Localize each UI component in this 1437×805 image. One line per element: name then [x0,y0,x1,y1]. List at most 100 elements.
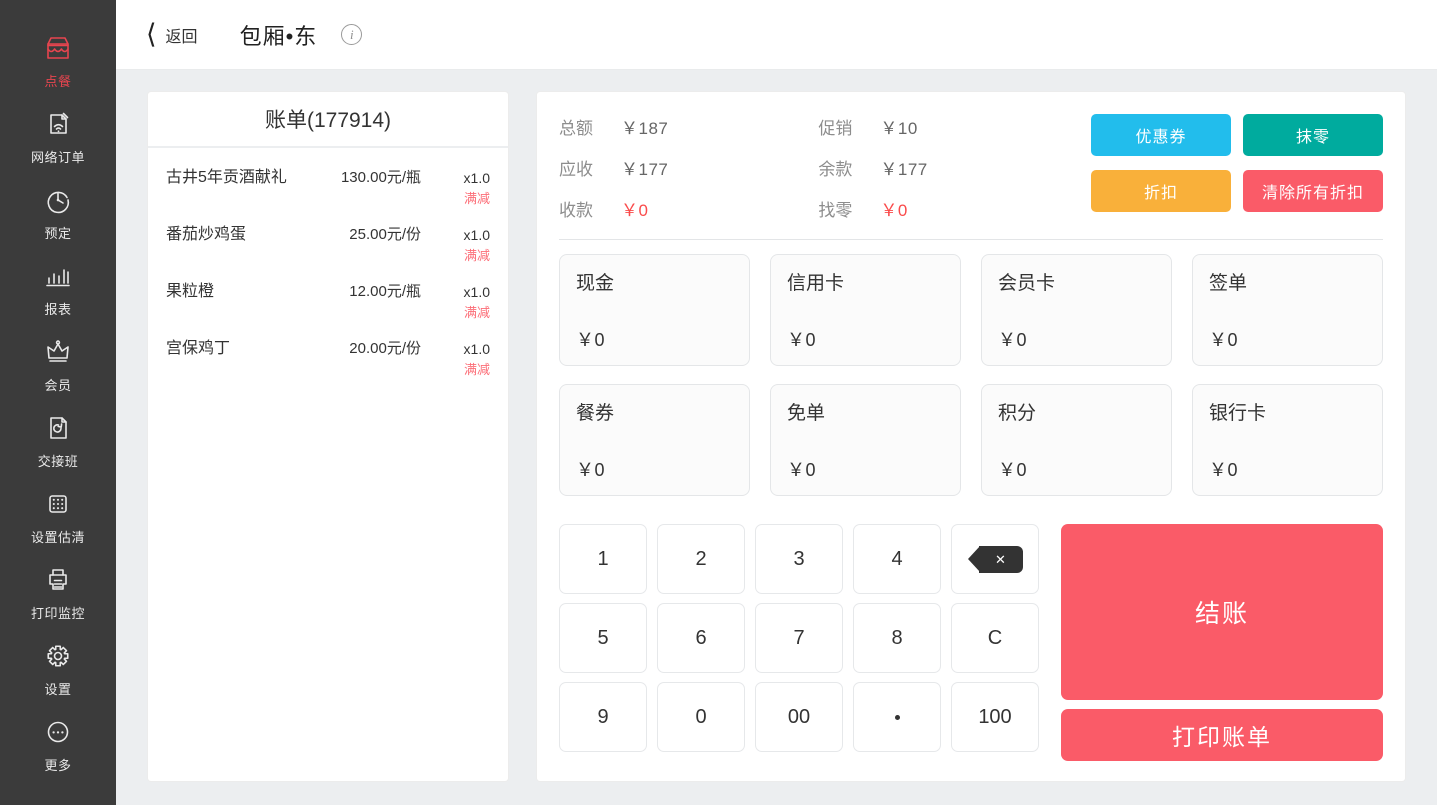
payment-method-amount: ￥0 [576,460,606,480]
payment-method-tile[interactable]: 现金 ￥0 [559,254,750,366]
summary-label: 促销 [818,119,853,138]
payment-method-grid: 现金 ￥0 信用卡 ￥0 会员卡 ￥0 签单 ￥0 餐券 ￥0 免单 ￥0 积分 ￥0 银行卡 ￥0 [559,254,1383,496]
keypad-backspace-key[interactable]: ✕ [951,524,1039,594]
summary-cell: 促销 ￥10 [818,114,927,139]
sidebar-item-2[interactable]: 网络订单 [0,98,116,174]
checkout-buttons: 结账 打印账单 [1061,524,1383,761]
back-button-label: 返回 [165,28,198,46]
bill-item-discount-tag: 满减 [463,248,490,263]
keypad-key-2[interactable]: 2 [657,524,745,594]
more-dots-icon [43,715,73,749]
bill-item-quantity: x1.0 [463,341,490,357]
payment-method-tile[interactable]: 会员卡 ￥0 [981,254,1172,366]
pos-checkout-screen: 点餐 网络订单 预定 报表 会员 交接班 设置估清 打印监控 设置 更多 ⟨ 返回 包厢•东 i … [0,0,1437,805]
summary-value: ￥10 [880,119,918,138]
sidebar-item-label: 设置 [44,681,72,697]
sidebar-item-label: 交接班 [37,453,79,469]
summary-value: ￥177 [880,160,928,179]
sidebar-item-9[interactable]: 设置 [0,630,116,706]
payment-method-tile[interactable]: 餐券 ￥0 [559,384,750,496]
settle-button[interactable]: 结账 [1061,524,1383,700]
bill-item-list: 古井5年贡酒献礼 130.00元/瓶 x1.0 满减 番茄炒鸡蛋 25.00元/份 x1.0… [148,148,508,384]
keypad-key-9[interactable]: 9 [559,682,647,752]
action-button-3[interactable]: 折扣 [1091,170,1231,212]
keypad-key-8[interactable]: 8 [853,603,941,673]
summary-cell: 余款 ￥177 [818,155,927,180]
keypad-key-4[interactable]: 4 [853,524,941,594]
print-bill-button[interactable]: 打印账单 [1061,709,1383,761]
payment-method-amount: ￥0 [787,330,817,350]
bill-item-quantity: x1.0 [463,284,490,300]
keypad-key-1[interactable]: 1 [559,524,647,594]
close-icon: ✕ [995,551,1006,567]
bill-title: 账单(177914) [148,92,508,148]
summary-label: 余款 [818,160,853,179]
payment-method-name: 会员卡 [998,273,1056,294]
sidebar-item-label: 网络订单 [30,149,85,165]
bill-item-row[interactable]: 宫保鸡丁 20.00元/份 x1.0 满减 [166,327,490,384]
summary-grid: 总额 ￥187 促销 ￥10 应收 ￥177 余款 ￥177 收款 ￥0 找零 ￥0 [559,114,1081,221]
keypad-key-7[interactable]: 7 [755,603,843,673]
payment-method-amount: ￥0 [787,460,817,480]
action-button-1[interactable]: 优惠券 [1091,114,1231,156]
bill-item-name: 宫保鸡丁 [166,340,231,357]
sidebar-item-1[interactable]: 点餐 [0,22,116,98]
sidebar-item-7[interactable]: 设置估清 [0,478,116,554]
keypad-key-00[interactable]: 00 [755,682,843,752]
main-sidebar: 点餐网络订单预定报表会员交接班设置估清 打印监控设置更多 [0,0,116,805]
keypad-key-0[interactable]: 0 [657,682,745,752]
keypad-decimal-key[interactable] [853,682,941,752]
sidebar-item-label: 会员 [44,377,72,393]
summary-cell: 收款 ￥0 [559,196,668,221]
summary-label: 收款 [559,201,593,220]
content-area: ⟨ 返回 包厢•东 i 账单(177914) 古井5年贡酒献礼 130.00元/瓶… [116,0,1437,805]
payment-method-tile[interactable]: 积分 ￥0 [981,384,1172,496]
payment-panel: 总额 ￥187 促销 ￥10 应收 ￥177 余款 ￥177 收款 ￥0 找零 ￥0 优惠券 抹零 折扣清… [537,92,1405,781]
info-icon[interactable]: i [341,24,363,45]
sidebar-item-5[interactable]: 会员 [0,326,116,402]
main-content: 账单(177914) 古井5年贡酒献礼 130.00元/瓶 x1.0 满减番茄炒鸡蛋 2… [116,70,1437,805]
bill-item-quantity: x1.0 [463,227,490,243]
decimal-dot-icon [894,714,900,720]
bill-item-row[interactable]: 古井5年贡酒献礼 130.00元/瓶 x1.0 满减 [166,156,490,213]
keypad-key-100[interactable]: 100 [951,682,1039,752]
bill-item-name: 番茄炒鸡蛋 [166,226,247,243]
payment-method-amount: ￥0 [1209,460,1239,480]
gear-icon [43,639,73,673]
payment-method-amount: ￥0 [998,330,1028,350]
bill-item-price: 20.00元/份 [349,340,421,357]
sidebar-item-label: 点餐 [44,73,72,89]
keypad-key-6[interactable]: 6 [657,603,745,673]
sidebar-item-label: 报表 [44,301,72,317]
bill-item-qty-group: x1.0 满减 [434,224,490,266]
summary-cell: 总额 ￥187 [559,114,668,139]
sidebar-item-6[interactable]: 交接班 [0,402,116,478]
payment-method-name: 银行卡 [1209,403,1267,424]
shift-file-icon [43,411,73,445]
action-button-4[interactable]: 清除所有折扣 [1243,170,1383,212]
sidebar-item-10[interactable]: 更多 [0,706,116,782]
sidebar-item-3[interactable]: 预定 [0,174,116,250]
keypad-key-C[interactable]: C [951,603,1039,673]
payment-method-tile[interactable]: 签单 ￥0 [1192,254,1383,366]
bill-panel: 账单(177914) 古井5年贡酒献礼 130.00元/瓶 x1.0 满减番茄炒鸡蛋 2… [148,92,508,781]
action-button-2[interactable]: 抹零 [1243,114,1383,156]
sidebar-item-8[interactable]: 打印监控 [0,554,116,630]
payment-method-name: 信用卡 [787,273,845,294]
summary-label: 应收 [559,160,593,179]
bill-item-row[interactable]: 番茄炒鸡蛋 25.00元/份 x1.0 满减 [166,213,490,270]
bill-item-row[interactable]: 果粒橙 12.00元/瓶 x1.0 满减 [166,270,490,327]
back-button[interactable]: ⟨ 返回 [146,21,198,48]
summary-value: ￥177 [621,160,669,179]
storefront-icon [43,31,73,65]
backspace-icon: ✕ [967,545,1023,573]
bar-chart-icon [43,259,73,293]
bill-item-qty-group: x1.0 满减 [434,338,490,380]
summary-value: ￥0 [621,201,649,220]
keypad-key-5[interactable]: 5 [559,603,647,673]
payment-method-tile[interactable]: 银行卡 ￥0 [1192,384,1383,496]
payment-method-tile[interactable]: 免单 ￥0 [770,384,961,496]
payment-method-tile[interactable]: 信用卡 ￥0 [770,254,961,366]
keypad-key-3[interactable]: 3 [755,524,843,594]
sidebar-item-4[interactable]: 报表 [0,250,116,326]
